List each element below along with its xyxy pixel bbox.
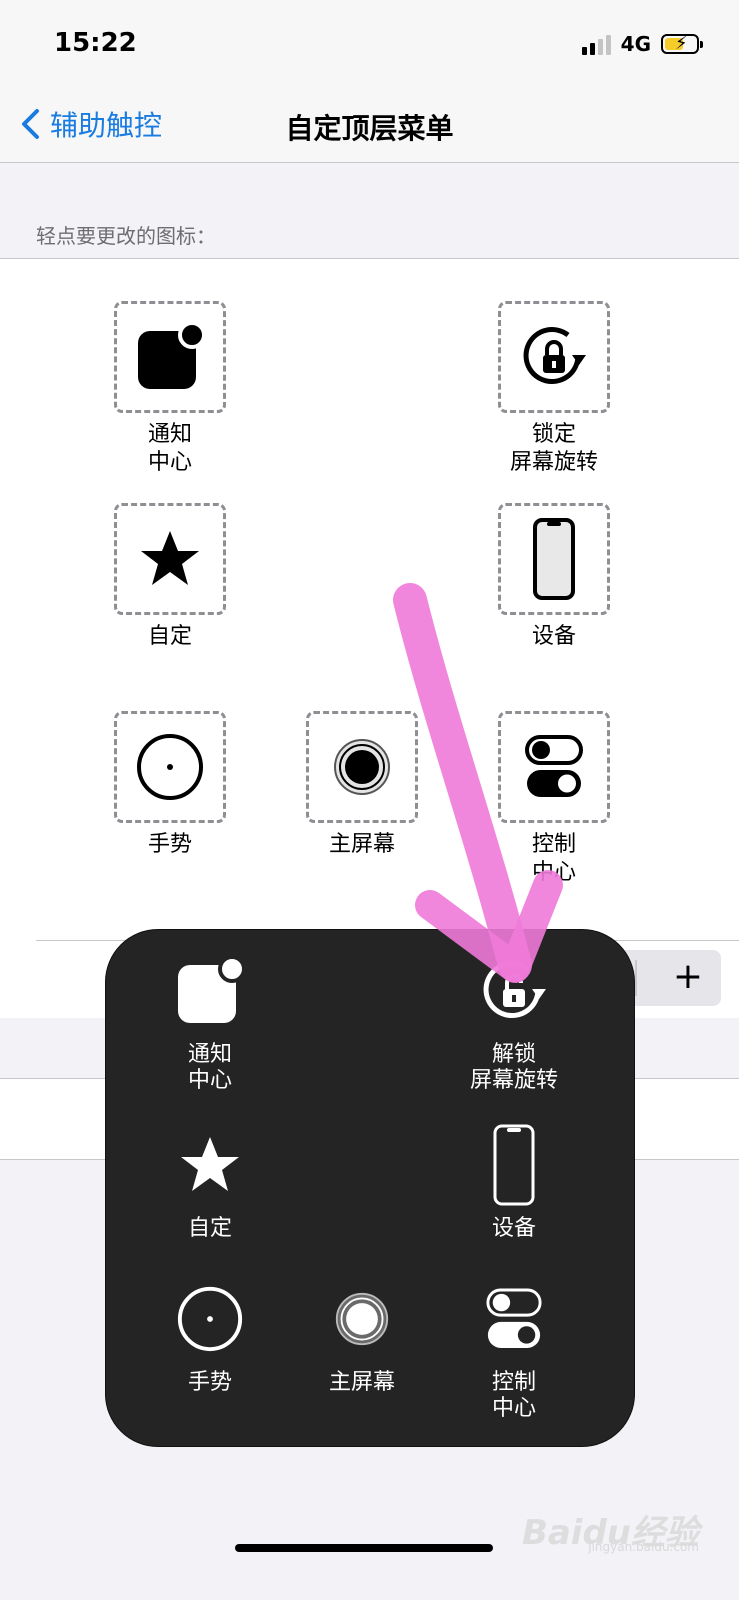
- cellular-signal-icon: [581, 33, 611, 55]
- rotation-unlock-icon: [483, 961, 546, 1018]
- menu-item-label: 通知 中心: [187, 1042, 232, 1093]
- icon-slot: [306, 711, 418, 823]
- menu-item-unlock-rotation[interactable]: 解锁 屏幕旋转: [434, 956, 594, 1094]
- grid-item-notification-center[interactable]: 通知 中心: [95, 301, 245, 477]
- assistive-touch-menu: 通知 中心 解锁 屏幕旋转 自定 设备 手势 主屏幕 控制 中心: [106, 930, 634, 1446]
- home-button-icon: [334, 739, 390, 795]
- icon-slot: [498, 503, 610, 615]
- gesture-circle-icon: [177, 1286, 243, 1352]
- menu-item-label: 手势: [187, 1370, 232, 1395]
- status-indicators: 4G ⚡: [581, 32, 703, 56]
- icon-slot: [114, 301, 226, 413]
- grid-item-label: 控制 中心: [531, 832, 576, 885]
- grid-item-custom[interactable]: 自定: [95, 503, 245, 651]
- status-time: 15:22: [54, 28, 137, 58]
- grid-item-gesture[interactable]: 手势: [95, 711, 245, 859]
- menu-item-label: 自定: [187, 1216, 232, 1241]
- network-type: 4G: [620, 32, 651, 56]
- icon-slot: [114, 711, 226, 823]
- grid-item-label: 手势: [147, 832, 192, 857]
- phone-device-icon: [533, 518, 575, 600]
- star-icon: [181, 1137, 239, 1191]
- icon-grid-card: 通知 中心 锁定 屏幕旋转 自定 设备 手势 主屏幕 控制 中心: [0, 258, 739, 941]
- menu-item-notification-center[interactable]: 通知 中心: [130, 955, 290, 1094]
- phone-device-icon: [493, 1124, 535, 1206]
- navigation-bar: 辅助触控 自定顶层菜单: [0, 90, 739, 163]
- toggle-switches-icon: [525, 735, 583, 797]
- status-bar: 15:22 4G ⚡: [0, 0, 739, 90]
- menu-item-label: 解锁 屏幕旋转: [469, 1042, 558, 1093]
- grid-item-control-center[interactable]: 控制 中心: [479, 711, 629, 887]
- watermark-url: jingyan.baidu.com: [588, 1540, 699, 1554]
- toggle-switches-icon: [486, 1288, 542, 1348]
- grid-item-label: 主屏幕: [328, 832, 395, 857]
- gesture-circle-icon: [137, 734, 203, 800]
- page-title: 自定顶层菜单: [285, 112, 454, 145]
- menu-item-label: 主屏幕: [328, 1370, 395, 1395]
- icon-slot: [498, 301, 610, 413]
- grid-item-device[interactable]: 设备: [479, 503, 629, 651]
- grid-item-lock-rotation[interactable]: 锁定 屏幕旋转: [479, 301, 629, 477]
- grid-item-label: 自定: [147, 624, 192, 649]
- grid-item-home-screen[interactable]: 主屏幕: [287, 711, 437, 859]
- menu-item-custom[interactable]: 自定: [130, 1130, 290, 1242]
- menu-item-device[interactable]: 设备: [434, 1124, 594, 1242]
- menu-item-label: 控制 中心: [491, 1370, 536, 1421]
- menu-item-control-center[interactable]: 控制 中心: [434, 1284, 594, 1422]
- icon-slot: [498, 711, 610, 823]
- plus-button[interactable]: +: [655, 950, 721, 1006]
- home-indicator[interactable]: [235, 1544, 493, 1552]
- icon-slot: [114, 503, 226, 615]
- menu-item-label: 设备: [491, 1216, 536, 1241]
- stepper-separator: [635, 960, 637, 996]
- grid-item-label: 通知 中心: [147, 422, 192, 475]
- home-button-icon: [335, 1292, 389, 1346]
- rotation-lock-icon: [523, 327, 586, 384]
- grid-item-label: 设备: [531, 624, 576, 649]
- notification-icon: [138, 321, 206, 389]
- menu-item-home-screen[interactable]: 主屏幕: [282, 1284, 442, 1396]
- notification-icon: [178, 955, 246, 1023]
- star-icon: [141, 531, 199, 585]
- battery-charging-icon: ⚡: [661, 34, 703, 54]
- menu-item-gesture[interactable]: 手势: [130, 1284, 290, 1396]
- grid-item-label: 锁定 屏幕旋转: [509, 422, 598, 475]
- section-header: 轻点要更改的图标：: [36, 224, 216, 248]
